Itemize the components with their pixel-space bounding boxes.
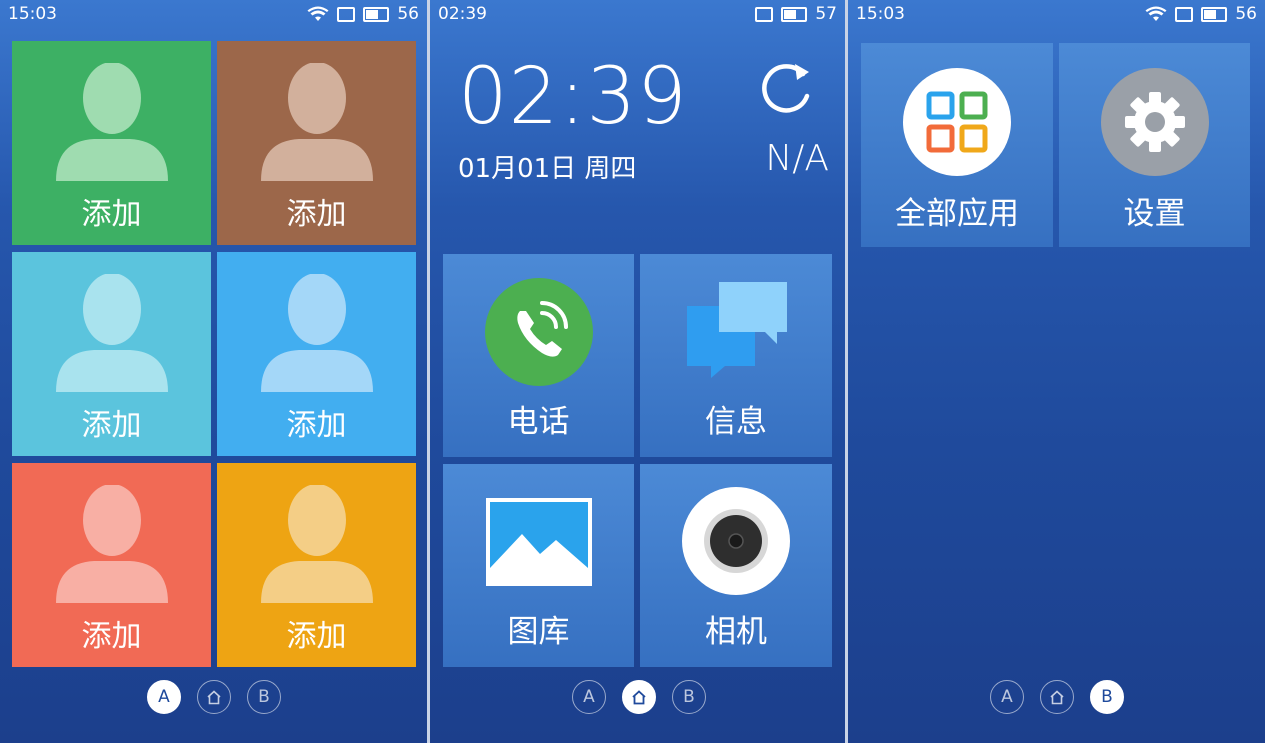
phone-icon bbox=[485, 278, 593, 386]
contact-add-label: 添加 bbox=[81, 619, 142, 654]
gallery-icon bbox=[486, 498, 592, 586]
status-time: 02:39 bbox=[438, 4, 487, 24]
page-indicator: A B bbox=[147, 680, 281, 714]
phone-tile[interactable]: 电话 bbox=[443, 254, 634, 457]
contact-tile-3[interactable]: 添加 bbox=[12, 252, 211, 456]
refresh-icon[interactable] bbox=[757, 58, 817, 118]
more-screen: 15:03 56 全部应用 设置 A B bbox=[848, 0, 1265, 743]
home-icon bbox=[1050, 689, 1064, 704]
battery-icon bbox=[1201, 6, 1228, 22]
person-icon bbox=[55, 485, 168, 603]
status-bar: 15:03 56 bbox=[0, 0, 427, 30]
settings-label: 设置 bbox=[1123, 196, 1186, 232]
person-icon bbox=[55, 63, 168, 181]
contact-tile-4[interactable]: 添加 bbox=[217, 252, 416, 456]
settings-icon bbox=[1101, 68, 1209, 176]
contact-tile-2[interactable]: 添加 bbox=[217, 41, 416, 245]
status-time: 15:03 bbox=[856, 4, 905, 24]
clock-widget[interactable]: 02:39 bbox=[458, 52, 688, 142]
gallery-tile[interactable]: 图库 bbox=[443, 464, 634, 667]
person-icon bbox=[260, 63, 373, 181]
home-screen: 02:39 57 02:39 01月01日 周四 N/A 电话 信息 图库 相机… bbox=[430, 0, 845, 743]
status-bar: 15:03 56 bbox=[848, 0, 1265, 30]
gallery-label: 图库 bbox=[507, 614, 570, 650]
phone-label: 电话 bbox=[507, 404, 570, 440]
battery-level: 57 bbox=[815, 4, 837, 24]
battery-level: 56 bbox=[397, 4, 419, 24]
contact-tile-5[interactable]: 添加 bbox=[12, 463, 211, 667]
home-icon bbox=[632, 689, 646, 704]
page-b-dot[interactable]: B bbox=[1090, 680, 1124, 714]
page-b-dot[interactable]: B bbox=[672, 680, 706, 714]
contact-add-label: 添加 bbox=[81, 408, 142, 443]
date-text: 01月01日 周四 bbox=[458, 154, 637, 184]
screen-icon bbox=[1175, 6, 1194, 22]
page-indicator: A B bbox=[572, 680, 706, 714]
status-time: 15:03 bbox=[8, 4, 57, 24]
messages-icon bbox=[687, 282, 787, 378]
page-indicator: A B bbox=[990, 680, 1124, 714]
screen-icon bbox=[755, 6, 774, 22]
person-icon bbox=[55, 274, 168, 392]
battery-icon bbox=[363, 6, 390, 22]
screen-icon bbox=[337, 6, 356, 22]
page-b-dot[interactable]: B bbox=[247, 680, 281, 714]
page-a-dot[interactable]: A bbox=[572, 680, 606, 714]
contact-tile-1[interactable]: 添加 bbox=[12, 41, 211, 245]
wifi-icon bbox=[307, 6, 329, 21]
messages-tile[interactable]: 信息 bbox=[640, 254, 832, 457]
page-home-dot[interactable] bbox=[622, 680, 656, 714]
person-icon bbox=[260, 485, 373, 603]
home-icon bbox=[207, 689, 221, 704]
messages-label: 信息 bbox=[705, 404, 767, 440]
contact-add-label: 添加 bbox=[286, 408, 347, 443]
all-apps-icon bbox=[903, 68, 1011, 176]
camera-icon bbox=[682, 487, 790, 595]
contact-add-label: 添加 bbox=[81, 197, 142, 232]
contacts-screen: 15:03 56 添加 添加 添加 添加 添加 添加 A B bbox=[0, 0, 427, 743]
person-icon bbox=[260, 274, 373, 392]
battery-level: 56 bbox=[1235, 4, 1257, 24]
all-apps-label: 全部应用 bbox=[895, 196, 1019, 232]
page-home-dot[interactable] bbox=[1040, 680, 1074, 714]
camera-tile[interactable]: 相机 bbox=[640, 464, 832, 667]
contact-add-label: 添加 bbox=[286, 197, 347, 232]
page-home-dot[interactable] bbox=[197, 680, 231, 714]
page-a-dot[interactable]: A bbox=[147, 680, 181, 714]
battery-icon bbox=[781, 6, 808, 22]
page-a-dot[interactable]: A bbox=[990, 680, 1024, 714]
camera-label: 相机 bbox=[705, 614, 767, 650]
status-bar: 02:39 57 bbox=[430, 0, 845, 30]
all-apps-tile[interactable]: 全部应用 bbox=[861, 43, 1053, 247]
wifi-icon bbox=[1145, 6, 1167, 21]
contact-add-label: 添加 bbox=[286, 619, 347, 654]
settings-tile[interactable]: 设置 bbox=[1059, 43, 1250, 247]
contact-tile-6[interactable]: 添加 bbox=[217, 463, 416, 667]
weather-text[interactable]: N/A bbox=[765, 138, 829, 179]
